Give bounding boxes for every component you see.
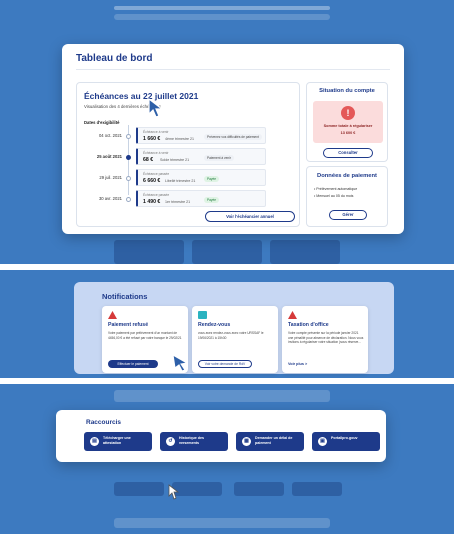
- notification-text: vous avez rendez-vous avec votre URSSAF …: [198, 331, 264, 340]
- shortcut-payment-delay-button[interactable]: ▦ Demander un délai de paiement: [236, 432, 304, 451]
- shortcut-label: Historique des versements: [179, 436, 204, 445]
- history-icon: ↺: [166, 437, 175, 446]
- bg-ghost-shortcut-1: [114, 482, 164, 496]
- notifications-title: Notifications: [102, 292, 148, 301]
- bg-ghost-1: [114, 240, 184, 264]
- portal-icon: ▣: [318, 437, 327, 446]
- echeance-amount: 6 660 €: [143, 178, 161, 184]
- notification-title: Taxation d'office: [288, 322, 329, 328]
- echeance-date: 25 août 2021: [96, 154, 122, 159]
- notifications-section: Notifications Paiement refusé Votre paie…: [0, 270, 454, 378]
- echeance-badge: Prévenez vos difficultés de paiement: [204, 134, 262, 140]
- view-annual-schedule-button[interactable]: Voir l'échéancier annuel: [205, 211, 295, 222]
- make-payment-button[interactable]: Effectuer le paiement: [108, 360, 158, 368]
- manage-button[interactable]: Gérer: [329, 210, 367, 220]
- shortcuts-title: Raccourcis: [86, 419, 122, 426]
- timeline-dot-active: [126, 155, 131, 160]
- echeance-badge: Paiement à venir: [204, 155, 234, 161]
- echeance-kind: Échéance passée: [143, 172, 170, 176]
- echeance-badge-paid: Payée: [204, 176, 220, 182]
- warning-icon: !: [341, 106, 355, 120]
- shortcut-label: Télécharger une attestation: [103, 436, 131, 445]
- echeance-box: Échéance à venir 68 € Solde trimestre 21…: [136, 148, 266, 165]
- bg-ghost-shortcut-3: [234, 482, 284, 496]
- echeance-box: Échéance à venir 1 660 € 4ème trimestre …: [136, 127, 266, 144]
- echeance-date: 30 avr. 2021: [98, 196, 122, 201]
- notification-text: Votre compte présente sur la période jan…: [288, 331, 364, 344]
- notification-title: Rendez-vous: [198, 322, 231, 328]
- echeance-box: Échéance passée 6 660 € Libellé trimestr…: [136, 169, 266, 186]
- echeance-amount: 68 €: [143, 157, 154, 163]
- echeance-row[interactable]: 29 juil. 2021 Échéance passée 6 660 € Li…: [84, 169, 266, 187]
- notification-title: Paiement refusé: [108, 322, 149, 328]
- consult-button[interactable]: Consulter: [323, 148, 373, 158]
- bg-ghost-shortcut-4: [292, 482, 342, 496]
- shortcut-download-certificate-button[interactable]: ▤ Télécharger une attestation: [84, 432, 152, 451]
- bg-ghost-bottom: [114, 518, 330, 528]
- shortcut-label: Portailpro.gouv: [331, 436, 358, 440]
- timeline-dot: [126, 134, 131, 139]
- dashboard-title: Tableau de bord: [76, 53, 153, 64]
- bg-ghost-2: [192, 240, 262, 264]
- echeance-kind: Échéance à venir: [143, 130, 169, 134]
- document-icon: ▤: [90, 437, 99, 446]
- warning-icon: [108, 311, 117, 319]
- header-ghost: [114, 6, 330, 10]
- view-appointment-button[interactable]: Voir votre demande de RdV: [198, 360, 252, 368]
- account-situation-panel: Situation du compte ! Somme totale à rég…: [306, 82, 388, 162]
- notification-card-taxation: Taxation d'office Votre compte présente …: [282, 306, 368, 373]
- echeance-label: 1er trimestre 21: [165, 200, 191, 204]
- dashboard-section: Tableau de bord Échéances au 22 juillet …: [0, 0, 454, 264]
- header-ghost-bar: [114, 14, 330, 20]
- payment-data-title: Données de paiement: [317, 173, 377, 179]
- calendar-icon: [198, 311, 207, 319]
- timeline-dot: [126, 197, 131, 202]
- echeances-panel: Échéances au 22 juillet 2021 Visualisati…: [76, 82, 300, 227]
- shortcut-label: Demander un délai de paiement: [255, 436, 293, 445]
- echeance-date: 29 juil. 2021: [99, 175, 122, 180]
- notification-card-appointment: Rendez-vous vous avez rendez-vous avec v…: [192, 306, 278, 373]
- echeance-box: Échéance passée 1 490 € 1er trimestre 21…: [136, 190, 266, 207]
- echeance-row[interactable]: 30 avr. 2021 Échéance passée 1 490 € 1er…: [84, 190, 266, 208]
- echeance-row[interactable]: 04 oct. 2021 Échéance à venir 1 660 € 4è…: [84, 127, 266, 145]
- shortcuts-section: Raccourcis ▤ Télécharger une attestation…: [0, 384, 454, 534]
- shortcut-payment-history-button[interactable]: ↺ Historique des versements: [160, 432, 228, 451]
- warning-icon: [288, 311, 297, 319]
- timeline-dot: [126, 176, 131, 181]
- account-situation-title: Situation du compte: [319, 88, 375, 94]
- alert-label: Somme totale à régulariser: [323, 124, 373, 128]
- shortcuts-card: Raccourcis ▤ Télécharger une attestation…: [56, 410, 386, 462]
- payment-item-text: Mensuel au 05 du mois: [316, 194, 354, 198]
- echeance-label: Solde trimestre 21: [160, 158, 190, 162]
- echeance-row[interactable]: 25 août 2021 Échéance à venir 68 € Solde…: [84, 148, 266, 166]
- echeance-kind: Échéance passée: [143, 193, 170, 197]
- echeance-badge-paid: Payée: [204, 197, 220, 203]
- payment-item: • Prélèvement automatique: [314, 187, 358, 191]
- payment-item: • Mensuel au 05 du mois: [314, 194, 354, 198]
- echeance-label: 4ème trimestre 21: [165, 137, 194, 141]
- dates-label: Dates d'exigibilité: [84, 120, 120, 125]
- divider: [76, 69, 390, 70]
- payment-data-panel: Données de paiement • Prélèvement automa…: [306, 166, 388, 227]
- echeance-kind: Échéance à venir: [143, 151, 169, 155]
- shortcut-portailpro-button[interactable]: ▣ Portailpro.gouv: [312, 432, 380, 451]
- bg-ghost-3: [270, 240, 340, 264]
- dashboard-card: Tableau de bord Échéances au 22 juillet …: [62, 44, 404, 234]
- echeance-amount: 1 490 €: [143, 199, 161, 205]
- bg-ghost-top: [114, 390, 330, 402]
- echeance-amount: 1 660 €: [143, 136, 161, 142]
- alert-amount: 13 600 €: [340, 131, 356, 135]
- see-more-link[interactable]: Voir plus >: [288, 362, 307, 366]
- notifications-card: Notifications Paiement refusé Votre paie…: [74, 282, 394, 374]
- echeance-label: Libellé trimestre 21: [165, 179, 196, 183]
- echeance-date: 04 oct. 2021: [98, 133, 122, 138]
- payment-item-text: Prélèvement automatique: [316, 187, 358, 191]
- notification-text: Votre paiement par prélèvement d'un mont…: [108, 331, 182, 340]
- echeances-title: Échéances au 22 juillet 2021: [84, 91, 199, 101]
- calendar-icon: ▦: [242, 437, 251, 446]
- alert-box: ! Somme totale à régulariser 13 600 €: [313, 101, 383, 143]
